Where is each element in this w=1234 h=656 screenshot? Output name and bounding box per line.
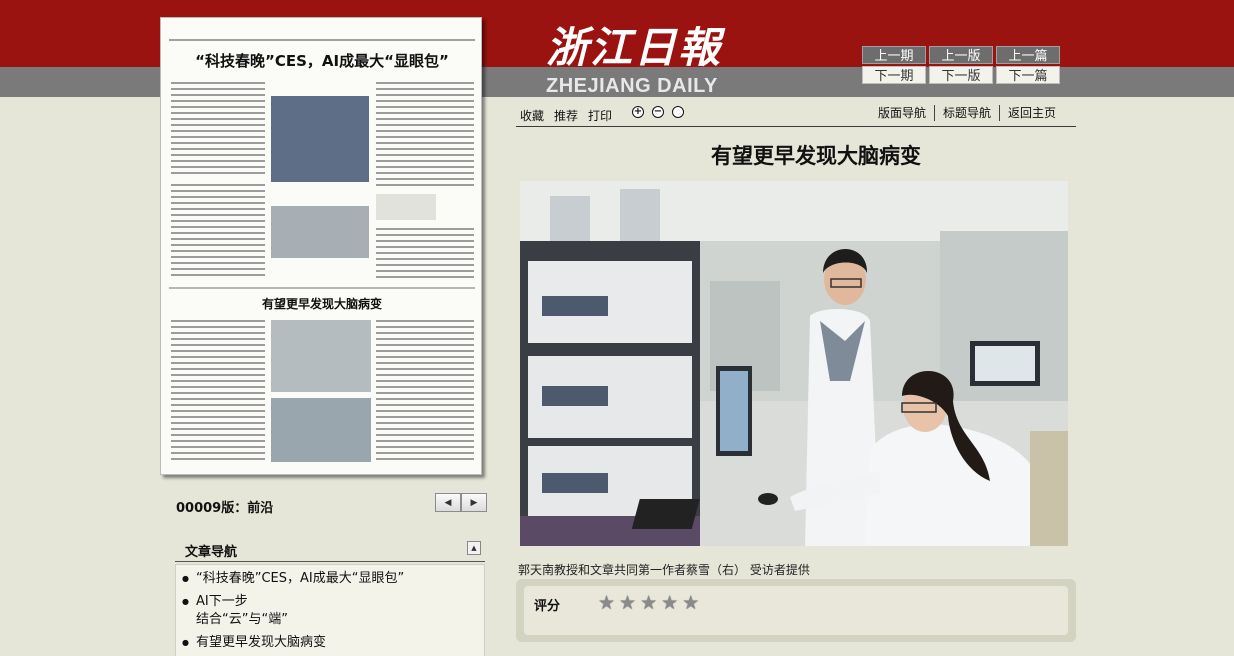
next-edition-button[interactable]: 下一版 <box>929 66 993 84</box>
rating-panel: 评分 ★ ★ ★ ★ ★ <box>516 579 1076 642</box>
recommend-link[interactable]: 推荐 <box>554 107 578 124</box>
edition-pager: ◀ ▶ <box>435 493 487 512</box>
title-nav-link[interactable]: 标题导航 <box>933 105 999 121</box>
article-link-line1[interactable]: “科技春晚”CES，AI成最大“显眼包” <box>196 570 484 588</box>
prev-edition-button[interactable]: 上一版 <box>929 46 993 64</box>
rating-stars: ★ ★ ★ ★ ★ <box>598 592 699 614</box>
prev-period-button[interactable]: 上一期 <box>862 46 926 64</box>
collapse-icon[interactable]: ▲ <box>467 541 481 555</box>
masthead-chinese: 浙江日報 <box>546 23 723 72</box>
article-nav-header: 文章导航 ▲ <box>175 538 485 562</box>
next-article-button[interactable]: 下一篇 <box>996 66 1060 84</box>
article-photo <box>520 181 1068 546</box>
collect-link[interactable]: 收藏 <box>520 107 544 124</box>
newspaper-page-thumbnail[interactable]: “科技春晚”CES，AI成最大“显眼包” 有望更早发现大脑病变 <box>160 17 482 475</box>
edition-label: 00009版：前沿 <box>176 501 274 516</box>
home-link[interactable]: 返回主页 <box>998 105 1064 121</box>
article-link-line1[interactable]: AI下一步 <box>196 593 484 611</box>
star-icon[interactable]: ★ <box>661 592 678 614</box>
prev-article-button[interactable]: 上一篇 <box>996 46 1060 64</box>
layout-nav-link[interactable]: 版面导航 <box>870 105 934 121</box>
star-icon[interactable]: ★ <box>619 592 636 614</box>
masthead-english: ZHEJIANG DAILY <box>546 75 718 97</box>
next-period-button[interactable]: 下一期 <box>862 66 926 84</box>
article-list-item[interactable]: “科技春晚”CES，AI成最大“显眼包” <box>180 570 484 588</box>
article-list-item[interactable]: 有望更早发现大脑病变 <box>180 634 484 652</box>
rating-label: 评分 <box>534 599 561 614</box>
article-nav-title: 文章导航 <box>185 545 238 560</box>
thumb-subhead: 有望更早发现大脑病变 <box>262 296 382 311</box>
article-list-item[interactable]: AI下一步 结合“云”与“端” <box>180 593 484 629</box>
thumb-headline: “科技春晚”CES，AI成最大“显眼包” <box>195 52 449 70</box>
page-navigation: 上一期 上一版 上一篇 下一期 下一版 下一篇 <box>862 46 1061 86</box>
article-navigation: 文章导航 ▲ “科技春晚”CES，AI成最大“显眼包” AI下一步 结合“云”与… <box>175 538 485 656</box>
photo-caption: 郭天南教授和文章共同第一作者蔡雪（右） 受访者提供 <box>518 563 810 577</box>
zoom-reset-icon[interactable] <box>672 106 684 118</box>
prev-page-icon[interactable]: ◀ <box>435 493 461 512</box>
article-list: “科技春晚”CES，AI成最大“显眼包” AI下一步 结合“云”与“端” 有望更… <box>175 564 485 656</box>
star-icon[interactable]: ★ <box>598 592 615 614</box>
article-toolbar: 收藏 推荐 打印 + − 版面导航 标题导航 返回主页 <box>516 101 1076 127</box>
star-icon[interactable]: ★ <box>682 592 699 614</box>
masthead-logo[interactable]: 浙江日報 ZHEJIANG DAILY <box>544 23 744 97</box>
print-link[interactable]: 打印 <box>588 107 612 124</box>
article-title: 有望更早发现大脑病变 <box>711 144 921 168</box>
article-link-line1[interactable]: 有望更早发现大脑病变 <box>196 634 484 652</box>
star-icon[interactable]: ★ <box>640 592 657 614</box>
next-page-icon[interactable]: ▶ <box>461 493 487 512</box>
zoom-in-icon[interactable]: + <box>632 106 644 118</box>
article-link-line2[interactable]: 结合“云”与“端” <box>196 611 484 629</box>
zoom-out-icon[interactable]: − <box>652 106 664 118</box>
